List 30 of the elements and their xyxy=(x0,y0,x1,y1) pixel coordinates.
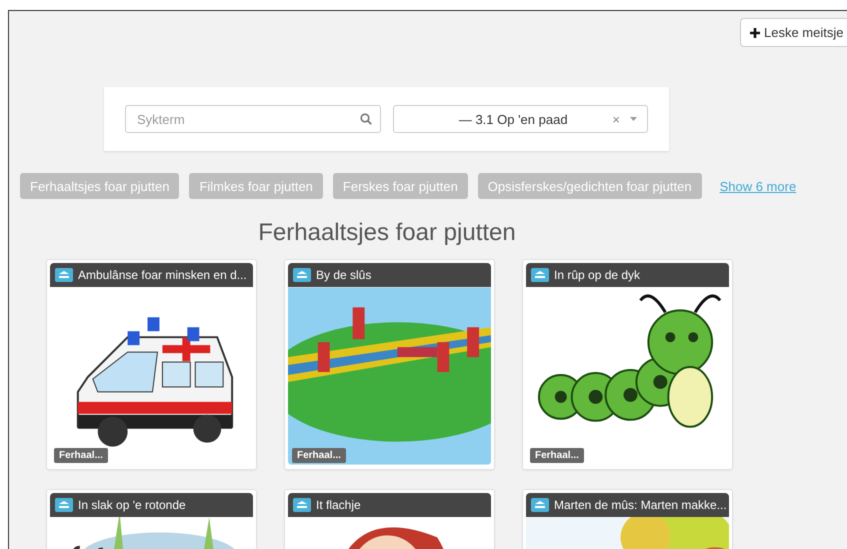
category-tag: Ferhaal... xyxy=(54,448,108,463)
card-title: By de slûs xyxy=(316,268,372,282)
story-type-icon xyxy=(293,498,311,512)
story-type-icon xyxy=(55,268,73,282)
story-type-icon xyxy=(531,268,549,282)
story-type-icon xyxy=(293,268,311,282)
clear-button[interactable]: × xyxy=(612,112,620,126)
add-lesson-button[interactable]: Leske meitsje xyxy=(740,18,847,47)
category-tag: Ferhaal... xyxy=(530,448,584,463)
selected-value: — 3.1 Op 'en paad xyxy=(458,112,569,126)
search-icon[interactable] xyxy=(360,113,372,125)
card-title: In slak op 'e rotonde xyxy=(78,498,186,512)
story-type-icon xyxy=(55,498,73,512)
story-type-icon xyxy=(531,498,549,512)
caret-icon[interactable] xyxy=(630,117,637,121)
card-title: In rûp op de dyk xyxy=(554,268,640,282)
category-select[interactable]: — 3.1 Op 'en paad × xyxy=(393,105,648,133)
story-card[interactable]: By de slûs Ferhaal... xyxy=(284,259,495,470)
plus-icon xyxy=(750,28,760,38)
search-field[interactable]: Sykterm xyxy=(125,105,381,133)
story-card[interactable]: It flachje xyxy=(284,489,495,549)
story-card[interactable]: In rûp op de dyk Ferhaal... xyxy=(522,259,733,470)
section-heading: Ferhaaltsjes foar pjutten xyxy=(257,219,517,247)
story-card[interactable]: Ambulânse foar minsken en d... Ferhaal... xyxy=(46,259,257,470)
card-title: Ambulânse foar minsken en d... xyxy=(78,268,247,282)
story-card[interactable]: In slak op 'e rotonde xyxy=(46,489,257,549)
card-title: Marten de mûs: Marten makke... xyxy=(554,498,727,512)
card-title: It flachje xyxy=(316,498,361,512)
category-tag: Ferhaal... xyxy=(292,448,346,463)
story-card[interactable]: Marten de mûs: Marten makke... xyxy=(522,489,733,549)
